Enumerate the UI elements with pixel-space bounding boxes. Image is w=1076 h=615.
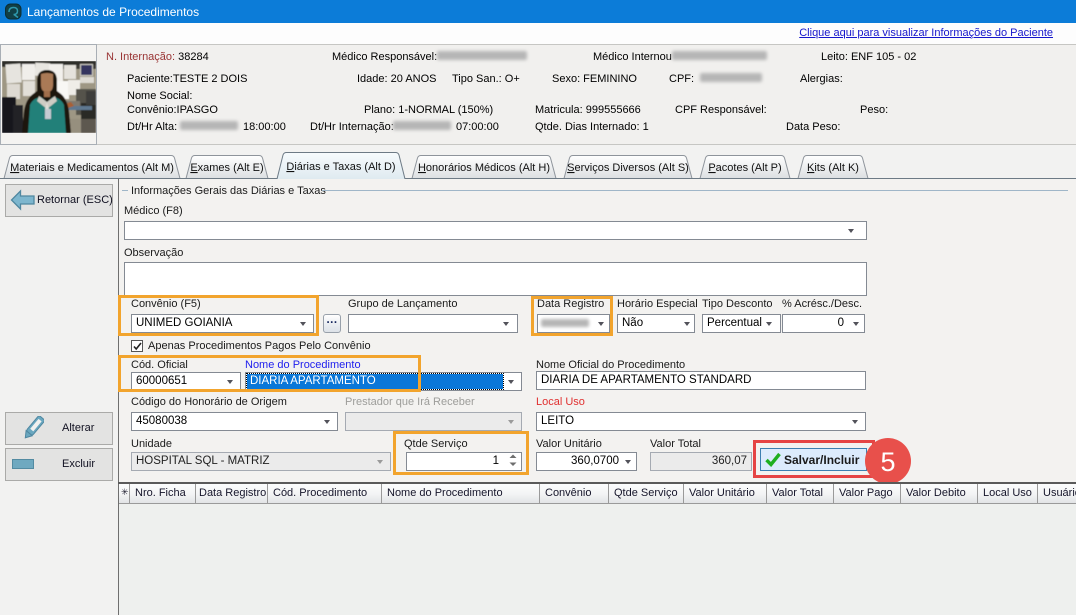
svg-text:Serviços Diversos (Alt S): Serviços Diversos (Alt S) <box>567 162 689 174</box>
svg-text:Materiais e Medicamentos (Alt: Materiais e Medicamentos (Alt M) <box>10 162 174 174</box>
svg-text:Honorários Médicos (Alt H): Honorários Médicos (Alt H) <box>418 162 550 174</box>
svg-text:Pacotes (Alt P): Pacotes (Alt P) <box>708 162 781 174</box>
svg-text:Kits (Alt K): Kits (Alt K) <box>807 162 859 174</box>
svg-text:Diárias e Taxas (Alt D): Diárias e Taxas (Alt D) <box>286 161 395 173</box>
svg-text:Exames (Alt E): Exames (Alt E) <box>190 162 263 174</box>
